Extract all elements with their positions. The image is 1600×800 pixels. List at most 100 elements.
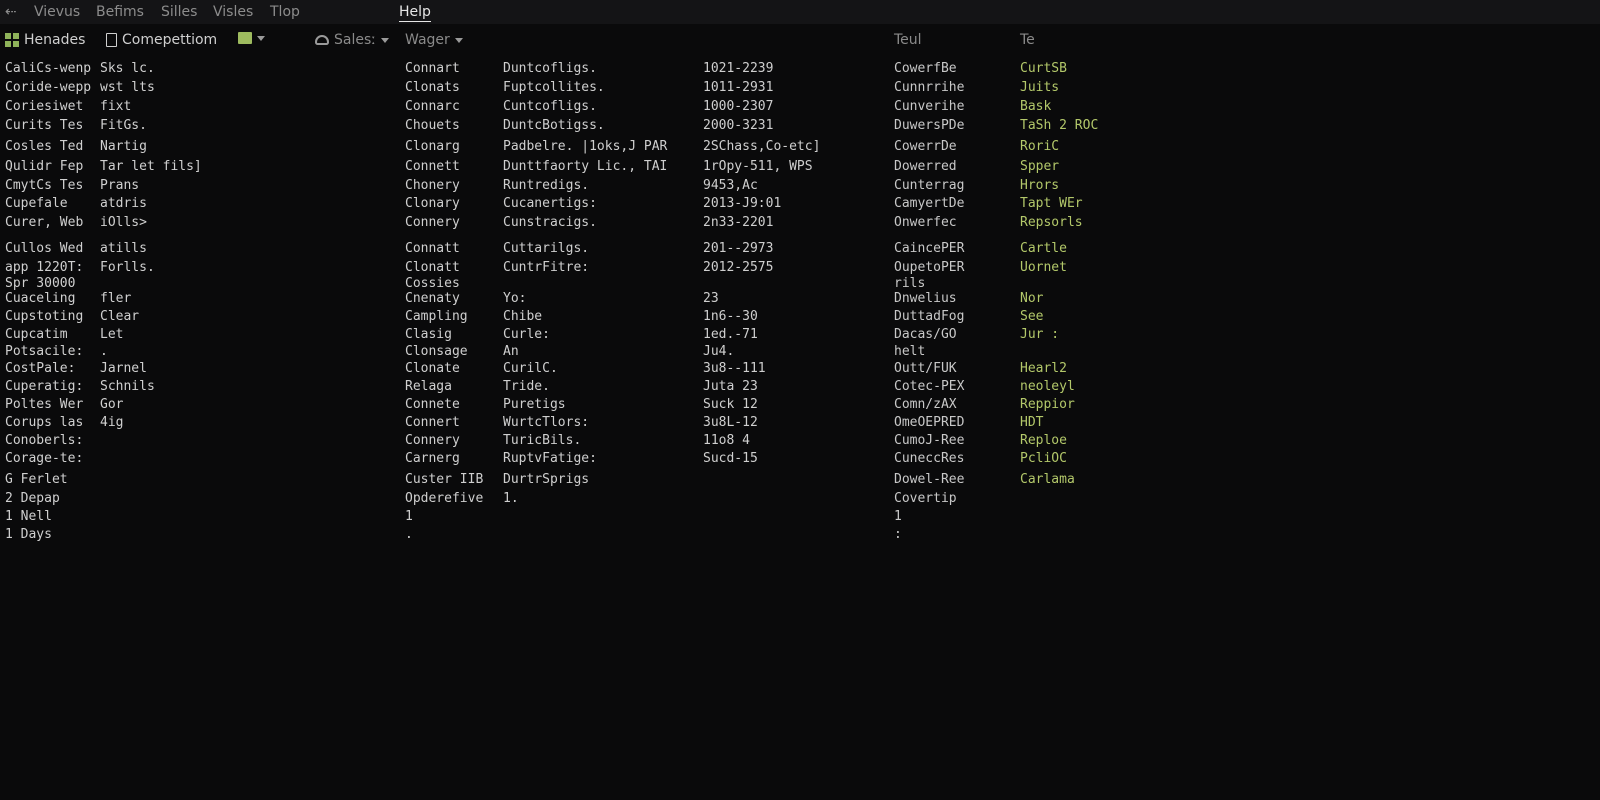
table-row[interactable]: Cupefale atdris Clonary Cucanertigs: 2013-J9… [0,196,1600,214]
cell-name: Qulidr Fep [5,159,84,174]
chevron-down-icon [454,37,463,43]
table-row[interactable]: CostPale: Jarnel Clonate CurilC. 3u8--111 Out… [0,361,1600,379]
cell-connection: Clonate [405,361,460,376]
cell-name: 2 Depap [5,491,60,506]
sales-dropdown[interactable]: Salesː [315,32,389,48]
back-icon[interactable]: ⇠ [5,4,17,20]
table-row[interactable]: Coriesiwet fixt Connarc Cuntcofligs. 1000-23… [0,99,1600,117]
cell-detail: atdris [100,196,147,211]
menu-item-silles[interactable]: Silles [161,4,197,20]
wager-dropdown[interactable]: Wager [405,32,463,48]
cell-connection: Clasig [405,327,452,342]
cell-detail: fixt [100,99,132,114]
cell-range: 23 [703,291,719,306]
table-row[interactable]: 2 Depap Opderefive 1. Covertip [0,491,1600,509]
toolbar: Henades Comepettiom Salesː Wager Teul Te [0,26,1600,54]
cell-status: Uornet [1020,260,1067,275]
cell-name: CostPale: [5,361,76,376]
cell-detail: atills [100,241,147,256]
menu-item-tlop[interactable]: Tlop [270,4,300,20]
table-row[interactable]: Cupcatim Let Clasig Curle: 1ed.-71 Dacas/GO Ju… [0,327,1600,345]
cell-owner: DuttadFog [894,309,965,324]
cell-connection: Chouets [405,118,460,133]
cell-status: Hearl2 [1020,361,1067,376]
table-row[interactable]: 1 Nell 1 1 [0,509,1600,527]
chevron-down-icon [257,35,265,41]
folder-dropdown[interactable] [238,32,265,44]
cell-owner: rils [894,276,926,291]
table-row[interactable]: Cullos Wed atills Connatt Cuttarilgs. 201--2… [0,241,1600,259]
grid-icon [5,33,19,47]
cell-range: 201--2973 [703,241,774,256]
cell-detail: FitGs. [100,118,147,133]
column-header-teul[interactable]: Teul [894,32,922,48]
table-row[interactable]: Qulidr Fep Tar let fils] Connett Dunttfaort… [0,159,1600,177]
cell-function: Padbelre. |1oks,J PAR [503,139,668,154]
menu-item-befims[interactable]: Befims [96,4,144,20]
table-row[interactable]: Cosles Ted Nartig Clonarg Padbelre. |1oks,J… [0,139,1600,157]
cell-connection: Connery [405,215,460,230]
cell-function: Yo: [503,291,527,306]
menu-item-help[interactable]: Help [399,4,431,22]
menu-item-visles[interactable]: Visles [213,4,253,20]
table-row[interactable]: Corage-te: Carnerg RuptvFatige: Sucd-15 Cune… [0,451,1600,469]
table-row[interactable]: CmytCs Tes Prans Chonery Runtredigs. 9453,Ac… [0,178,1600,196]
cell-function: DuntcBotigss. [503,118,605,133]
chevron-down-icon [380,37,389,43]
cell-name: Cosles Ted [5,139,84,154]
cell-detail: Prans [100,178,140,193]
cell-connection: Cnenaty [405,291,460,306]
cell-function: An [503,344,519,359]
cell-owner: CuneccRes [894,451,965,466]
cell-owner: Outt/FUK [894,361,957,376]
cell-name: Corage-te: [5,451,84,466]
table-row[interactable]: Curer, Web iOlls> Connery Cunstracigs. 2n33-… [0,215,1600,233]
cell-owner: Cunverihe [894,99,965,114]
cell-range: 1011-2931 [703,80,774,95]
headers-label: Henades [24,32,86,48]
table-row[interactable]: Cupstoting Clear Campling Chibe 1n6--30 Dutta… [0,309,1600,327]
table-row[interactable]: 1 Days.: [0,527,1600,545]
table-row[interactable]: CaliCs-wenp Sks lc. Connart Duntcofligs. 102… [0,61,1600,79]
cell-connection: . [405,527,413,542]
cell-connection: Connarc [405,99,460,114]
cell-owner: Dnwelius [894,291,957,306]
table-row[interactable]: Conoberls: Connery TuricBils. 11o8 4 CumoJ-R… [0,433,1600,451]
table-row[interactable]: Cuaceling fler Cnenaty Yo: 23 Dnwelius Nor [0,291,1600,309]
cell-function: TuricBils. [503,433,582,448]
cell-owner: CowerrDe [894,139,957,154]
cell-range: 2n33-2201 [703,215,774,230]
cell-range: 2013-J9:01 [703,196,782,211]
table-row[interactable]: G Ferlet Custer IIB DurtrSprigs Dowel-Ree Ca… [0,472,1600,490]
cell-name: CmytCs Tes [5,178,84,193]
cell-function: CurilC. [503,361,558,376]
table-row[interactable]: Poltes Wer Gor Connete Puretigs Suck 12 Comn/… [0,397,1600,415]
cell-name: Cupcatim [5,327,68,342]
cell-name: Curer, Web [5,215,84,230]
cell-range: Sucd-15 [703,451,758,466]
cell-detail: iOlls> [100,215,147,230]
cell-name: Cuperatig: [5,379,84,394]
headers-button[interactable]: Henades [5,32,85,48]
cell-connection: Clonary [405,196,460,211]
wager-label: Wager [405,32,450,48]
table-row[interactable]: Curits Tes FitGs. Chouets DuntcBotigss. 2000… [0,118,1600,136]
table-row[interactable]: Corups las 4ig Connert WurtcTlors: 3u8L-12 Om… [0,415,1600,433]
cell-range: Ju4. [703,344,735,359]
table-row[interactable]: Potsacile:. Clonsage An Ju4. helt [0,344,1600,362]
cell-owner: Cunterrag [894,178,965,193]
cell-detail: Forlls. [100,260,155,275]
cell-function: 1. [503,491,519,506]
cell-status: See [1020,309,1044,324]
column-header-te[interactable]: Te [1020,32,1035,48]
menu-item-views[interactable]: Vievus [34,4,80,20]
competition-button[interactable]: Comepettiom [106,32,217,48]
menu-bar: ⇠ Vievus Befims Silles Visles Tlop Help [0,0,1600,24]
cell-status: Reppior [1020,397,1075,412]
cell-name: Conoberls: [5,433,84,448]
table-row[interactable]: Coride-wepp wst lts Clonats Fuptcollites. 10… [0,80,1600,98]
table-row[interactable]: Cuperatig: Schnils Relaga Tride. Juta 23 Cote… [0,379,1600,397]
cell-range: 9453,Ac [703,178,758,193]
cell-connection: Connert [405,415,460,430]
cell-detail: wst lts [100,80,155,95]
